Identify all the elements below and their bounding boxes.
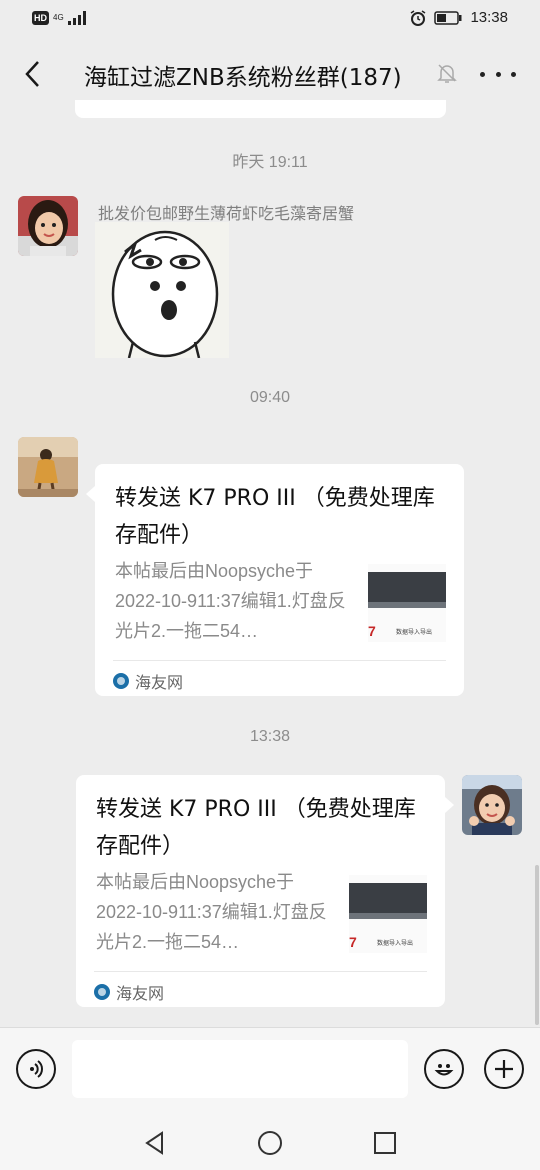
card-thumbnail: 7 数据导入导出 <box>349 875 427 953</box>
source-logo-icon <box>113 673 129 689</box>
thumbnail-text: 数据导入导出 <box>377 939 413 947</box>
avatar-girl-image <box>18 196 78 256</box>
mute-bell-icon <box>437 64 457 83</box>
sender-name: 批发价包邮野生薄荷虾吃毛藻寄居蟹 <box>98 204 355 223</box>
avatar[interactable] <box>18 437 78 497</box>
scrollbar[interactable] <box>535 865 539 1025</box>
avatar-figure-image <box>18 437 78 497</box>
bubble-tail <box>445 797 454 813</box>
plus-icon <box>495 1060 513 1078</box>
card-description: 本帖最后由Noopsyche于2022-10-911:37编辑1.灯盘反光片2.… <box>115 561 346 641</box>
sticker-face-drawing <box>95 222 229 358</box>
card-description: 本帖最后由Noopsyche于2022-10-911:37编辑1.灯盘反光片2.… <box>96 872 327 952</box>
back-button[interactable] <box>16 54 48 94</box>
status-left: HD 4G <box>32 11 90 25</box>
bubble-tail <box>86 486 95 502</box>
signal-icon <box>67 11 86 25</box>
thumbnail-label: 7 <box>368 623 376 639</box>
sticker-image[interactable] <box>95 222 229 358</box>
timestamp: 昨天 19:11 <box>232 154 308 171</box>
status-time: 13:38 <box>470 9 508 26</box>
more-functions-button[interactable] <box>484 1049 524 1089</box>
emoji-icon <box>434 1064 454 1076</box>
status-bar: HD 4G 13:38 <box>0 0 540 38</box>
battery-icon <box>434 10 462 25</box>
card-source: 海友网 <box>94 980 164 1004</box>
card-title: 转发送 K7 PRO III （免费处理库存配件） <box>96 797 416 859</box>
card-source: 海友网 <box>113 669 183 693</box>
status-right: 13:38 <box>410 9 508 26</box>
message-input[interactable] <box>72 1040 408 1098</box>
previous-card-edge[interactable] <box>75 100 446 118</box>
thumbnail-text: 数据导入导出 <box>396 628 432 636</box>
more-options-button[interactable] <box>480 60 516 88</box>
input-bar <box>0 1027 540 1117</box>
source-name: 海友网 <box>135 673 184 692</box>
more-dot <box>480 71 485 77</box>
network-type: 4G <box>53 13 64 22</box>
timestamp: 13:38 <box>249 728 291 745</box>
nav-back-button[interactable] <box>141 1129 169 1157</box>
link-card[interactable]: 转发送 K7 PRO III （免费处理库存配件） 本帖最后由Noopsyche… <box>76 775 445 1007</box>
link-card[interactable]: 转发送 K7 PRO III （免费处理库存配件） 本帖最后由Noopsyche… <box>95 464 464 696</box>
more-dot <box>511 71 516 77</box>
nav-recents-button[interactable] <box>371 1129 399 1157</box>
avatar-self-image <box>462 775 522 835</box>
thumbnail-device-image: 7 数据导入导出 <box>349 875 427 953</box>
alarm-icon <box>411 9 426 26</box>
card-divider <box>94 971 427 972</box>
hd-badge: HD <box>32 11 49 25</box>
voice-icon <box>30 1060 43 1078</box>
thumbnail-device-image: 7 数据导入导出 <box>368 564 446 642</box>
card-divider <box>113 660 446 661</box>
avatar[interactable] <box>18 196 78 256</box>
card-thumbnail: 7 数据导入导出 <box>368 564 446 642</box>
back-arrow-icon <box>25 61 39 87</box>
voice-button[interactable] <box>16 1049 56 1089</box>
system-navigation-bar <box>0 1117 540 1170</box>
nav-recents-icon <box>374 1132 396 1154</box>
thumbnail-label: 7 <box>349 934 357 950</box>
nav-home-button[interactable] <box>256 1129 284 1157</box>
card-title: 转发送 K7 PRO III （免费处理库存配件） <box>115 486 435 548</box>
more-dot <box>495 71 501 77</box>
timestamp: 09:40 <box>249 389 291 406</box>
avatar-self[interactable] <box>462 775 522 835</box>
chat-title: 海缸过滤ZNB系统粉丝群(187) <box>84 65 402 91</box>
nav-back-icon <box>145 1131 163 1155</box>
nav-home-icon <box>258 1131 282 1155</box>
source-name: 海友网 <box>116 984 165 1003</box>
emoji-button[interactable] <box>424 1049 464 1089</box>
source-logo-icon <box>94 984 110 1000</box>
